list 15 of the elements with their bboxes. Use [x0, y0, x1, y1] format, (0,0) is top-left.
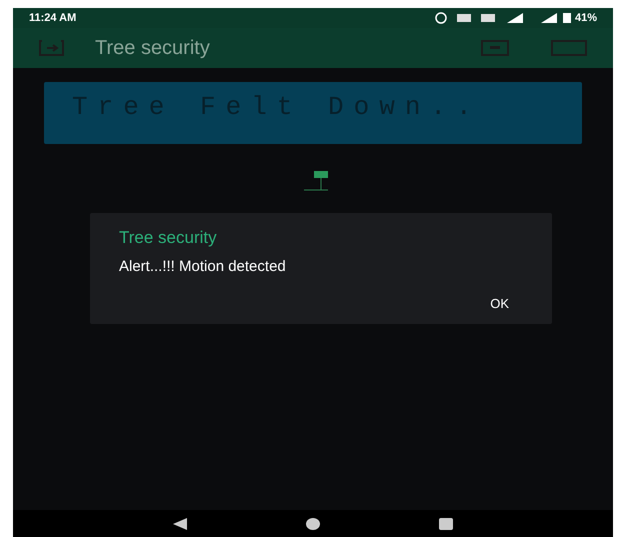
signal-icon: [506, 13, 523, 23]
network-icon: [456, 14, 471, 22]
battery-level: 41%: [574, 10, 597, 26]
battery-icon: [562, 13, 571, 23]
signal-icon: [540, 13, 557, 23]
back-icon[interactable]: [172, 518, 187, 530]
app-title: Tree security: [95, 36, 210, 61]
ok-button[interactable]: OK: [490, 294, 509, 314]
dialog-message: Alert...!!! Motion detected: [119, 256, 287, 276]
network-icon: [480, 14, 495, 22]
home-icon[interactable]: [306, 518, 320, 530]
alarm-icon: [434, 12, 447, 24]
status-time: 11:24 AM: [29, 10, 76, 26]
recents-icon[interactable]: [439, 518, 454, 530]
dialog-title: Tree security: [119, 227, 218, 249]
